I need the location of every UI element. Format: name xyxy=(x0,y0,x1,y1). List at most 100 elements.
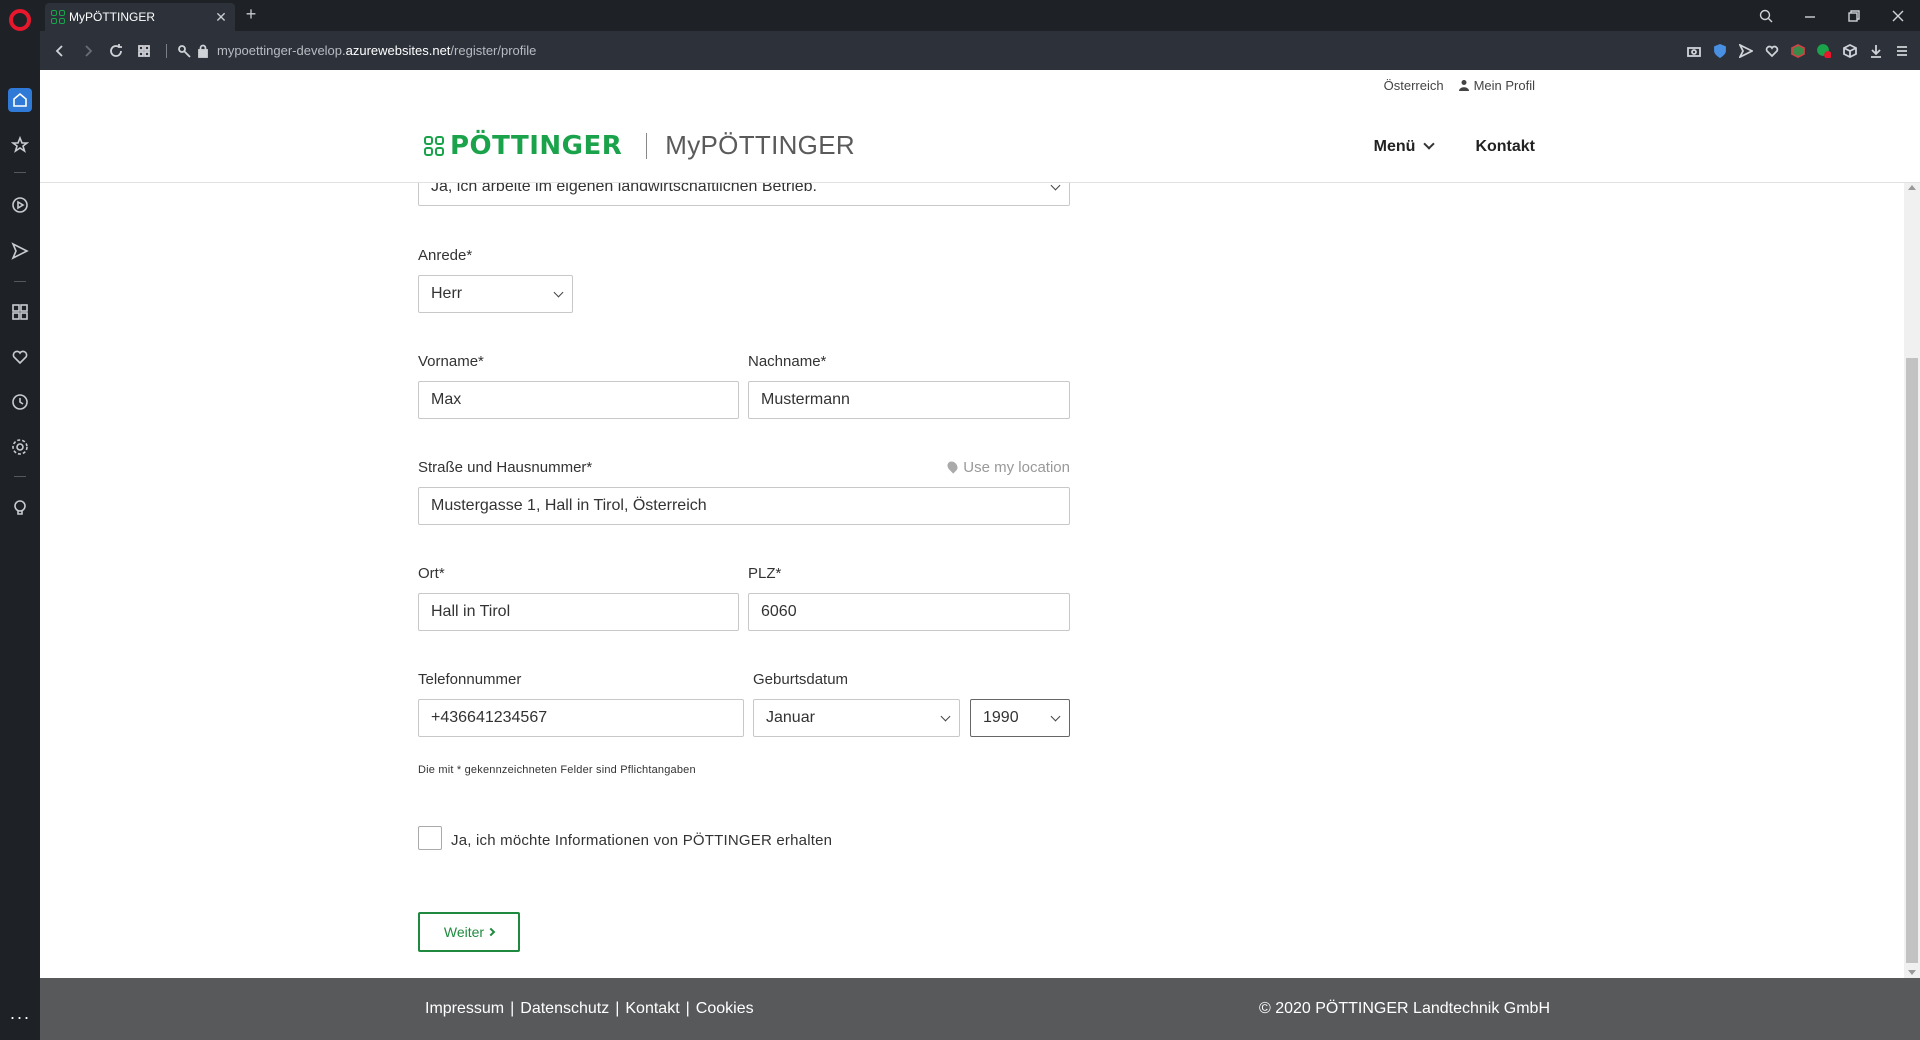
camera-snapshot-icon[interactable] xyxy=(1684,37,1704,65)
opera-logo-icon[interactable] xyxy=(9,9,31,31)
download-icon[interactable] xyxy=(1866,37,1886,65)
firstname-label: Vorname* xyxy=(418,353,484,370)
more-options-icon[interactable]: ··· xyxy=(8,1008,32,1030)
heart-icon[interactable] xyxy=(8,345,32,369)
salutation-value: Herr xyxy=(431,285,463,302)
profile-link[interactable]: Mein Profil xyxy=(1458,78,1535,93)
zip-value: 6060 xyxy=(761,603,797,620)
address-bar-actions xyxy=(1684,37,1912,65)
scroll-down-arrow-icon[interactable] xyxy=(1908,970,1916,975)
scroll-up-arrow-icon[interactable] xyxy=(1908,185,1916,190)
player-icon[interactable] xyxy=(8,193,32,217)
use-location-text: Use my location xyxy=(963,459,1070,476)
site-footer: Impressum | Datenschutz | Kontakt | Cook… xyxy=(40,978,1920,1040)
nav-menu[interactable]: Menü xyxy=(1373,138,1436,156)
profile-label: Mein Profil xyxy=(1473,78,1535,93)
birthdate-label: Geburtsdatum xyxy=(753,671,849,688)
top-links: Österreich Mein Profil xyxy=(1384,78,1535,93)
shield-icon[interactable] xyxy=(1710,37,1730,65)
new-tab-plus-icon[interactable]: + xyxy=(241,4,261,25)
use-location-link[interactable]: Use my location xyxy=(945,459,1070,476)
reload-icon[interactable] xyxy=(102,37,130,65)
chevron-down-icon xyxy=(1423,138,1436,150)
url-domain: azurewebsites.net xyxy=(345,43,451,58)
nav-contact[interactable]: Kontakt xyxy=(1475,138,1535,156)
footer-links: Impressum | Datenschutz | Kontakt | Cook… xyxy=(425,1000,754,1018)
country-selector[interactable]: Österreich xyxy=(1384,78,1444,93)
tabs-grid-icon[interactable] xyxy=(130,37,158,65)
newsletter-label[interactable]: Ja, ich möchte Informationen von PÖTTING… xyxy=(451,832,832,849)
lastname-input[interactable]: Mustermann xyxy=(748,381,1070,419)
footer-separator: | xyxy=(685,1000,690,1017)
footer-separator: | xyxy=(615,1000,620,1017)
phone-input[interactable]: +436641234567 xyxy=(418,699,744,737)
city-input[interactable]: Hall in Tirol xyxy=(418,593,739,631)
restore-icon[interactable] xyxy=(1832,0,1876,31)
sidebar-divider xyxy=(14,172,26,173)
tab-strip: MyPÖTTINGER ✕ + xyxy=(40,0,1920,31)
poettinger-favicon-icon xyxy=(51,10,65,24)
footer-link-kontakt[interactable]: Kontakt xyxy=(625,1000,679,1018)
forward-icon[interactable] xyxy=(74,37,102,65)
extension-cube-icon[interactable] xyxy=(1788,37,1808,65)
chevron-right-icon xyxy=(486,927,496,937)
tab-title: MyPÖTTINGER xyxy=(69,10,155,24)
phone-label: Telefonnummer xyxy=(418,671,522,688)
star-icon[interactable] xyxy=(8,133,32,157)
firstname-input[interactable]: Max xyxy=(418,381,739,419)
history-clock-icon[interactable] xyxy=(8,390,32,414)
send-icon[interactable] xyxy=(8,239,32,263)
birth-month-value: Januar xyxy=(766,709,815,726)
logo-wordmark: PÖTTINGER xyxy=(450,130,623,161)
lightbulb-icon[interactable] xyxy=(8,496,32,520)
minimize-icon[interactable] xyxy=(1788,0,1832,31)
easy-setup-icon[interactable] xyxy=(1892,37,1912,65)
site-logo[interactable]: PÖTTINGER MyPÖTTINGER xyxy=(424,130,855,161)
footer-copyright: © 2020 PÖTTINGER Landtechnik GmbH xyxy=(1258,1000,1550,1017)
street-input[interactable]: Mustergasse 1, Hall in Tirol, Österreich xyxy=(418,487,1070,525)
street-value: Mustergasse 1, Hall in Tirol, Österreich xyxy=(431,497,707,514)
scrollbar-thumb[interactable] xyxy=(1906,358,1918,963)
logo-divider xyxy=(646,132,648,159)
browser-sidebar: ··· xyxy=(0,0,40,1040)
street-label: Straße und Hausnummer* xyxy=(418,459,593,476)
poettinger-logo-icon xyxy=(424,135,444,156)
newsletter-checkbox[interactable] xyxy=(418,826,442,850)
url-field[interactable]: mypoettinger-develop.azurewebsites.net/r… xyxy=(217,43,536,58)
search-tabs-icon[interactable] xyxy=(1744,0,1788,31)
extension-box-icon[interactable] xyxy=(1840,37,1860,65)
send-tab-icon[interactable] xyxy=(1736,37,1756,65)
home-icon[interactable] xyxy=(8,88,32,112)
close-tab-icon[interactable]: ✕ xyxy=(213,9,229,26)
phone-value: +436641234567 xyxy=(431,709,548,726)
nav-menu-label: Menü xyxy=(1373,138,1416,155)
browser-tab[interactable]: MyPÖTTINGER ✕ xyxy=(45,3,235,31)
lastname-value: Mustermann xyxy=(761,391,850,408)
lock-icon[interactable] xyxy=(195,37,211,65)
salutation-label: Anrede* xyxy=(418,247,473,264)
salutation-select[interactable]: Herr xyxy=(418,275,573,313)
location-pin-icon xyxy=(945,459,960,474)
speed-dial-icon[interactable] xyxy=(8,300,32,324)
zip-input[interactable]: 6060 xyxy=(748,593,1070,631)
footer-link-datenschutz[interactable]: Datenschutz xyxy=(520,1000,609,1018)
footer-link-impressum[interactable]: Impressum xyxy=(425,1000,504,1018)
close-window-icon[interactable] xyxy=(1876,0,1920,31)
next-button[interactable]: Weiter xyxy=(418,912,520,952)
required-fields-note: Die mit * gekennzeichneten Felder sind P… xyxy=(418,764,696,776)
settings-gear-icon[interactable] xyxy=(8,435,32,459)
footer-link-cookies[interactable]: Cookies xyxy=(696,1000,754,1018)
vpn-key-icon[interactable] xyxy=(175,37,195,65)
web-page: Ja, ich arbeite im eigenen landwirtschaf… xyxy=(40,70,1920,1040)
bookmark-heart-icon[interactable] xyxy=(1762,37,1782,65)
sidebar-divider xyxy=(14,476,26,477)
window-controls xyxy=(1744,0,1920,31)
page-scrollbar[interactable] xyxy=(1904,183,1920,978)
extension-badge-icon[interactable] xyxy=(1814,37,1834,65)
birth-month-select[interactable]: Januar xyxy=(753,699,960,737)
birth-year-select[interactable]: 1990 xyxy=(970,699,1070,737)
back-icon[interactable] xyxy=(46,37,74,65)
lastname-label: Nachname* xyxy=(748,353,827,370)
address-bar: mypoettinger-develop.azurewebsites.net/r… xyxy=(40,31,1920,70)
user-icon xyxy=(1458,79,1470,91)
